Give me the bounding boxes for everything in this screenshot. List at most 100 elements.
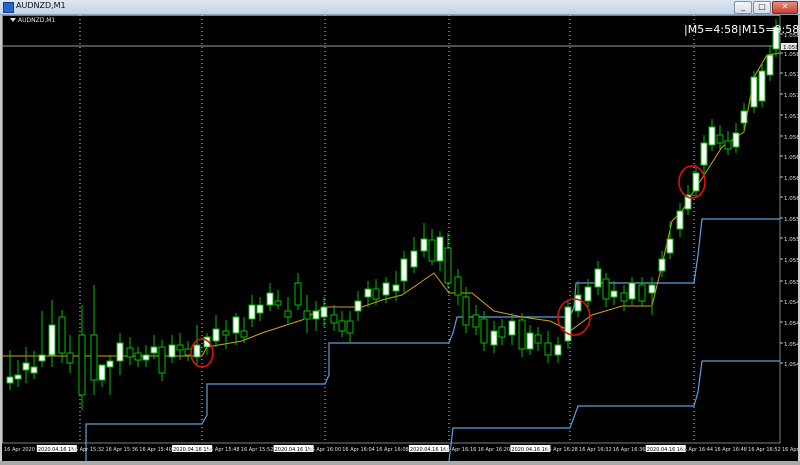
time-label: 16 Apr 16:04: [342, 447, 375, 453]
candle-body: [6, 376, 14, 384]
minimize-button[interactable]: _: [734, 1, 752, 14]
time-label: 16 Apr 15:32: [72, 447, 105, 453]
candle-body: [594, 268, 602, 288]
price-label: 1.056: [784, 196, 798, 202]
candle-body: [392, 284, 400, 292]
candle-body: [193, 344, 201, 358]
time-label: 16 Apr 16:36: [613, 447, 646, 453]
candle-body: [364, 288, 372, 298]
price-chart[interactable]: 1.0581.058 1.057 1.057 1.057 1.056 1.056 1.056…: [2, 15, 798, 461]
candle-body: [584, 286, 592, 302]
candle-body: [526, 332, 534, 350]
candle-body: [400, 258, 408, 282]
price-label: 1.055: [784, 217, 798, 223]
candle-body: [176, 344, 184, 351]
candle-body: [498, 326, 506, 338]
candle-body: [472, 314, 480, 328]
maximize-button[interactable]: □: [753, 1, 771, 14]
candle-body: [354, 300, 362, 312]
time-label: 16 Apr 15:52: [241, 447, 274, 453]
candle-body: [48, 324, 56, 356]
highlight-circle: [678, 165, 706, 199]
candle-body: [610, 290, 618, 298]
price-label: 1.055: [784, 237, 798, 243]
candle-body: [212, 328, 220, 342]
candle-body: [248, 304, 256, 320]
candle-body: [436, 236, 444, 262]
candle-body: [420, 238, 428, 252]
time-label: 16 Apr 16:48: [714, 447, 747, 453]
candle-body: [750, 76, 758, 108]
level-line: [2, 52, 781, 357]
candle-body: [658, 258, 666, 272]
candle-body: [382, 282, 390, 296]
candle-body: [444, 247, 452, 284]
candle-body: [410, 250, 418, 268]
candle-body: [692, 172, 700, 192]
candle-body: [168, 344, 176, 358]
candle-timer-text: |M5=4:58|M15=9:58: [684, 23, 798, 36]
candle-body: [22, 362, 30, 371]
time-label: 16 Apr 16:44: [681, 447, 714, 453]
price-label: 1.054: [784, 362, 798, 368]
price-label: 1.057: [784, 93, 798, 99]
candle-body: [372, 288, 380, 300]
candle-body: [574, 294, 582, 312]
price-label: 1.057: [784, 114, 798, 120]
candle-body: [58, 316, 66, 354]
time-label: 16 Apr 16:32: [579, 447, 612, 453]
candle-body: [454, 276, 462, 296]
chart-symbol-label: AUDNZD,M1: [10, 17, 55, 24]
time-label: 16 Apr 16:16: [444, 447, 477, 453]
candle-body: [544, 342, 552, 356]
time-label: 16 Apr 16:20: [478, 447, 511, 453]
candle-body: [256, 304, 264, 314]
candle-body: [184, 348, 192, 356]
candle-body: [240, 330, 248, 338]
candle-body: [38, 354, 46, 362]
candle-body: [330, 314, 338, 324]
candle-body: [666, 238, 674, 254]
candle-body: [78, 334, 86, 396]
candle-body: [480, 318, 488, 344]
horizontal-scrollbar[interactable]: [0, 461, 800, 465]
candle-body: [126, 347, 134, 358]
price-label: 1.054: [784, 342, 798, 348]
time-label: 16 Apr 16:56: [782, 447, 798, 453]
candle-body: [98, 364, 106, 381]
lower-step-line: [448, 360, 780, 461]
candle-body: [518, 319, 526, 350]
window-titlebar: AUDNZD,M1 _ □ ✕: [0, 0, 800, 15]
price-label: 1.056: [784, 176, 798, 182]
candle-body: [620, 292, 628, 302]
candle-body: [66, 352, 74, 364]
candle-body: [716, 134, 724, 144]
candle-body: [142, 354, 150, 361]
chart-window-icon: [3, 2, 14, 13]
candle-body: [158, 346, 166, 374]
candle-body: [338, 320, 346, 332]
time-label: 16 Apr 15:36: [105, 447, 138, 453]
time-label: 16 Apr 16:28: [545, 447, 578, 453]
candle-body: [222, 330, 230, 336]
price-label: 1.058: [784, 52, 798, 58]
time-label: 16 Apr 16:08: [376, 447, 409, 453]
candle-body: [303, 310, 311, 320]
chart-canvas[interactable]: 1.0581.058 1.057 1.057 1.057 1.056 1.056 1.056…: [2, 15, 798, 461]
candle-body: [232, 316, 240, 334]
candle-body: [628, 282, 636, 300]
price-label: 1.054: [784, 321, 798, 327]
time-label: 16 Apr 15:48: [207, 447, 240, 453]
candle-body: [150, 346, 158, 354]
plot-border: [2, 15, 781, 444]
candle-body: [534, 334, 542, 344]
price-label: 1.055: [784, 280, 798, 286]
candle-body: [740, 110, 748, 124]
window-title: AUDNZD,M1: [16, 1, 66, 10]
close-button[interactable]: ✕: [772, 1, 798, 14]
candle-body: [732, 132, 740, 148]
candle-body: [90, 334, 98, 381]
dropdown-triangle-icon[interactable]: [10, 18, 16, 22]
candle-body: [708, 126, 716, 146]
candle-body: [312, 310, 320, 320]
